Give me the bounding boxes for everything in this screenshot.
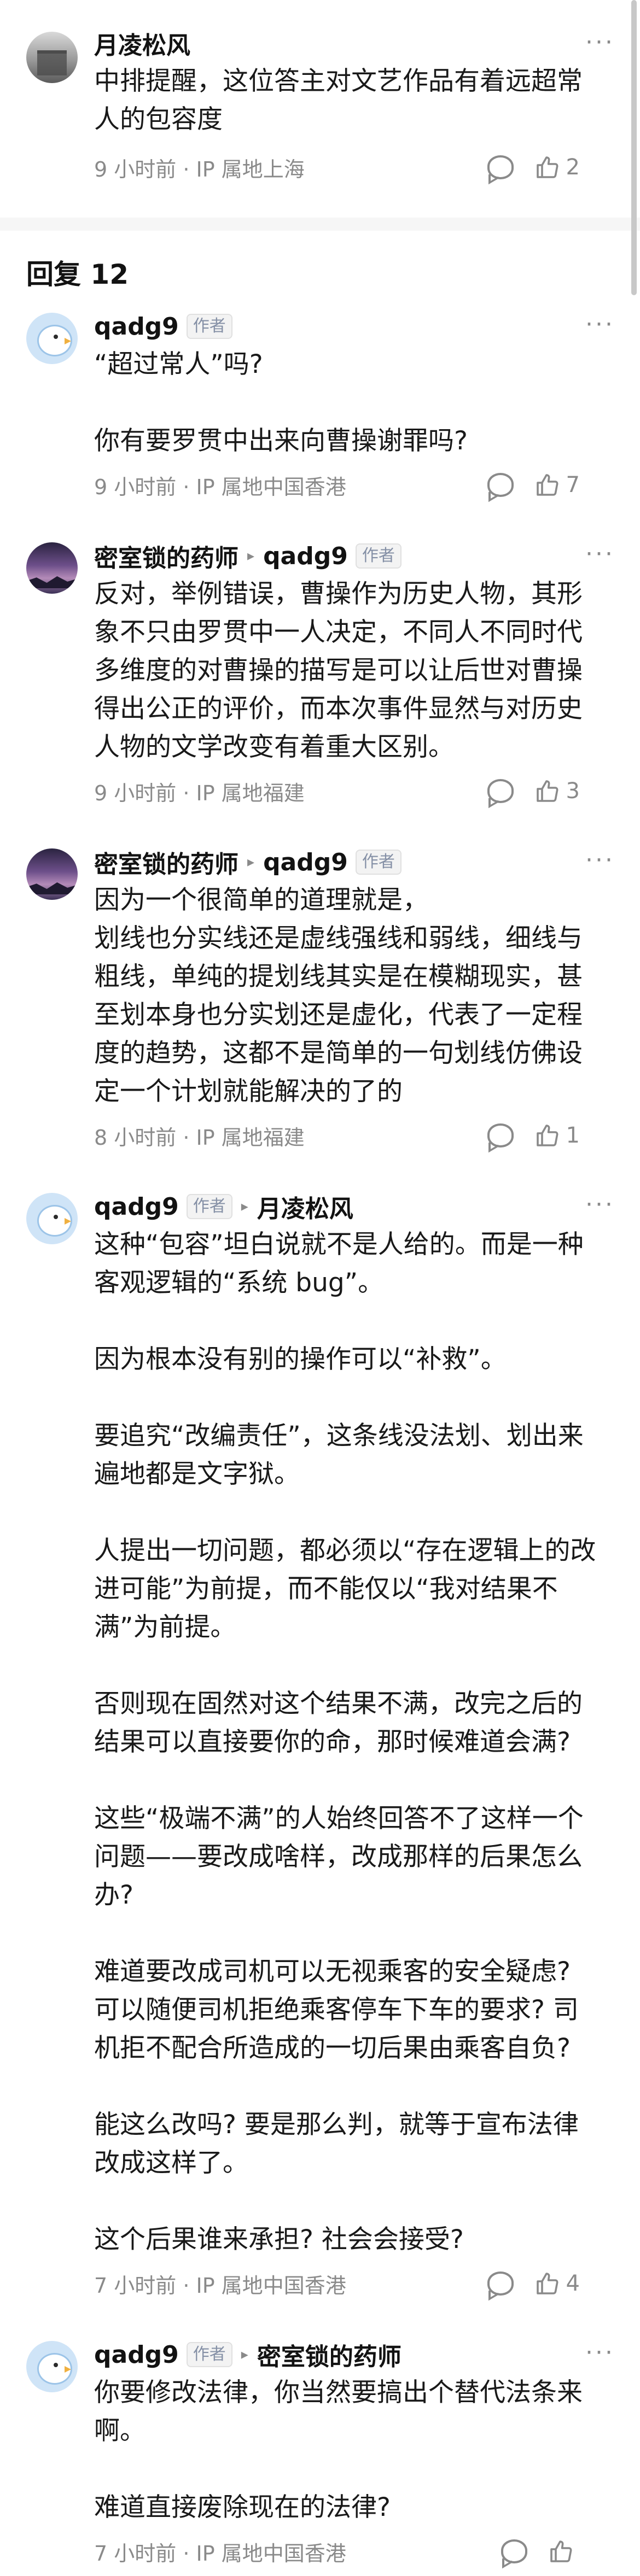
reply-text: 反对，举例错误，曹操作为历史人物，其形象不只由罗贯中一人决定，不同人不同时代多维… (94, 579, 583, 762)
reply-bubble-icon (487, 473, 514, 497)
more-dots-icon[interactable]: ··· (585, 1193, 615, 1217)
reply-bubble-icon (487, 2271, 514, 2296)
avatar[interactable] (26, 542, 78, 594)
like-count: 4 (566, 2271, 580, 2296)
thumbs-up-icon (534, 1122, 561, 1149)
avatar[interactable] (26, 313, 78, 364)
comment-meta: 9 小时前 · IP 属地上海 (94, 157, 305, 182)
reply-bubble-icon (487, 155, 514, 179)
like-count: 3 (566, 778, 580, 804)
avatar[interactable] (26, 32, 78, 83)
more-dots-icon[interactable]: ··· (585, 542, 615, 566)
reply-button[interactable] (487, 1123, 514, 1148)
reply-bubble-icon (501, 2539, 527, 2563)
more-dots-icon[interactable]: ··· (585, 2341, 615, 2365)
reply-meta: 7 小时前 · IP 属地中国香港 (94, 2541, 346, 2566)
thumbs-up-icon (534, 154, 561, 180)
reply-item: qadg9 作者 ▸ 月凌松风 ··· 这种“包容”坦白说就不是人给的。而是一种… (0, 1187, 640, 2308)
reply-text: 你要修改法律，你当然要搞出个替代法条来啊。 难道直接废除现在的法律? (94, 2378, 583, 2522)
like-button[interactable]: 3 (534, 778, 580, 804)
reply-author[interactable]: 密室锁的药师 (94, 538, 238, 573)
reply-meta: 9 小时前 · IP 属地福建 (94, 781, 305, 805)
reply-author[interactable]: qadg9 (94, 2341, 179, 2369)
reply-button[interactable] (487, 779, 514, 803)
reply-button[interactable] (487, 155, 514, 179)
reply-item: qadg9 作者 ··· “超过常人”吗? 你有要罗贯中出来向曹操谢罪吗? 9 … (0, 302, 640, 510)
section-divider (0, 218, 640, 231)
more-dots-icon[interactable]: ··· (585, 848, 615, 873)
thumbs-up-icon (534, 778, 561, 804)
avatar[interactable] (26, 848, 78, 900)
reply-meta: 9 小时前 · IP 属地中国香港 (94, 475, 346, 499)
top-comment: 月凌松风 ··· 中排提醒，这位答主对文艺作品有着远超常人的包容度 9 小时前 … (0, 0, 640, 196)
reply-author[interactable]: qadg9 (94, 313, 179, 341)
author-tag: 作者 (186, 314, 232, 339)
author-tag: 作者 (186, 2342, 232, 2367)
thumbs-up-icon (548, 2538, 574, 2565)
thumbs-up-icon (534, 472, 561, 498)
reply-author[interactable]: qadg9 (94, 1193, 179, 1221)
more-dots-icon[interactable]: ··· (585, 313, 615, 337)
reply-text: 这种“包容”坦白说就不是人给的。而是一种客观逻辑的“系统 bug”。 因为根本没… (94, 1230, 596, 2255)
author-tag: 作者 (355, 543, 402, 569)
like-button[interactable] (548, 2538, 580, 2565)
like-button[interactable]: 4 (534, 2270, 580, 2297)
reply-to-user[interactable]: qadg9 (263, 848, 348, 876)
avatar[interactable] (26, 2341, 78, 2392)
reply-text: 因为一个很简单的道理就是， 划线也分实线还是虚线强线和弱线，细线与粗线，单纯的提… (94, 885, 583, 1106)
reply-meta: 7 小时前 · IP 属地中国香港 (94, 2273, 346, 2298)
reply-meta: 8 小时前 · IP 属地福建 (94, 1125, 305, 1150)
reply-bubble-icon (487, 779, 514, 803)
reply-item: 密室锁的药师 ▸ qadg9 作者 ··· 反对，举例错误，曹操作为历史人物，其… (0, 537, 640, 816)
reply-text: “超过常人”吗? 你有要罗贯中出来向曹操谢罪吗? (94, 349, 468, 456)
reply-button[interactable] (487, 473, 514, 497)
replies-header: 回复 12 (26, 259, 129, 290)
like-button[interactable]: 7 (534, 472, 580, 498)
comment-author[interactable]: 月凌松风 (94, 26, 190, 61)
reply-arrow-icon: ▸ (247, 854, 255, 870)
reply-to-user[interactable]: qadg9 (263, 542, 348, 570)
reply-item: qadg9 作者 ▸ 密室锁的药师 ··· 你要修改法律，你当然要搞出个替代法条… (0, 2335, 640, 2576)
reply-bubble-icon (487, 1123, 514, 1148)
avatar[interactable] (26, 1193, 78, 1244)
like-button[interactable]: 1 (534, 1122, 580, 1149)
like-count: 7 (566, 472, 580, 497)
reply-arrow-icon: ▸ (247, 548, 255, 564)
reply-button[interactable] (487, 2271, 514, 2296)
author-tag: 作者 (186, 1194, 232, 1219)
author-tag: 作者 (355, 850, 402, 875)
reply-arrow-icon: ▸ (241, 2346, 248, 2363)
like-button[interactable]: 2 (534, 154, 580, 180)
reply-to-user[interactable]: 密室锁的药师 (257, 2337, 402, 2372)
reply-author[interactable]: 密室锁的药师 (94, 845, 238, 880)
like-count: 1 (566, 1123, 580, 1148)
reply-button[interactable] (501, 2539, 527, 2563)
like-count: 2 (566, 155, 580, 180)
reply-item: 密室锁的药师 ▸ qadg9 作者 ··· 因为一个很简单的道理就是， 划线也分… (0, 843, 640, 1160)
more-dots-icon[interactable]: ··· (585, 31, 615, 55)
thumbs-up-icon (534, 2270, 561, 2297)
reply-to-user[interactable]: 月凌松风 (257, 1189, 353, 1224)
reply-arrow-icon: ▸ (241, 1198, 248, 1215)
comment-text: 中排提醒，这位答主对文艺作品有着远超常人的包容度 (94, 66, 583, 134)
